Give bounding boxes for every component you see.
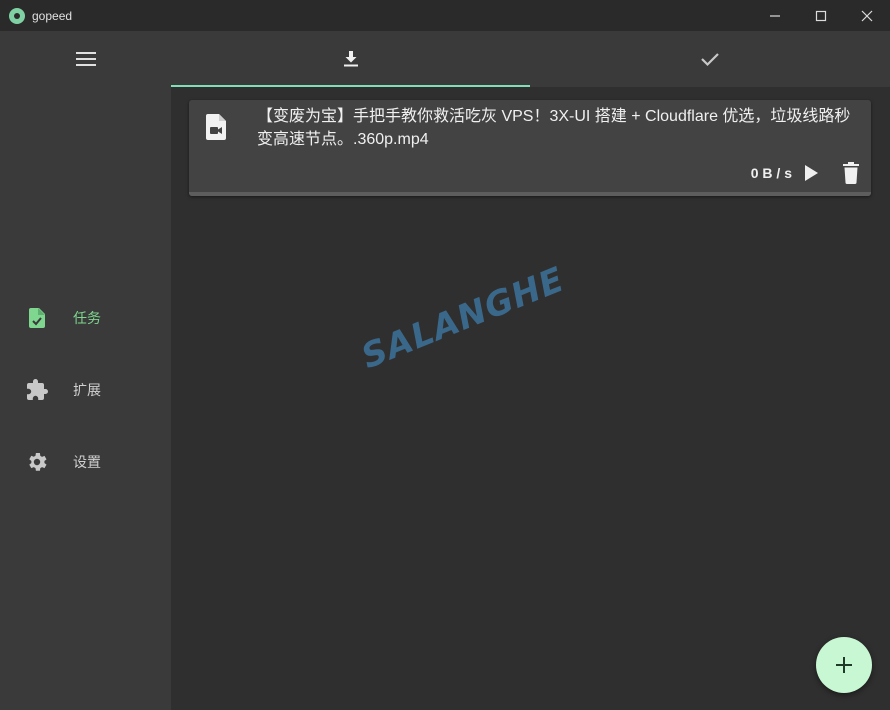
add-icon: [836, 657, 852, 673]
task-file-check-icon: [29, 308, 45, 328]
window-title: gopeed: [32, 8, 73, 23]
app-logo-icon: [9, 7, 25, 24]
sidebar-item-label: 扩展: [73, 382, 101, 398]
sidebar-item-settings[interactable]: 设置: [0, 442, 171, 482]
tab-downloading[interactable]: [171, 31, 530, 87]
task-progress-bar: [189, 192, 871, 196]
main-content: 【变废为宝】手把手教你救活吃灰 VPS！3X-UI 搭建 + Cloudflar…: [171, 31, 890, 710]
maximize-button[interactable]: [798, 0, 844, 31]
gear-icon: [29, 453, 47, 471]
add-task-button[interactable]: [816, 637, 872, 693]
delete-icon[interactable]: [841, 162, 861, 184]
close-icon: [861, 10, 873, 21]
sidebar-item-label: 设置: [73, 454, 101, 470]
task-speed: 0 B / s: [750, 165, 792, 181]
puzzle-icon: [27, 379, 48, 400]
maximize-icon: [815, 10, 827, 21]
sidebar-item-extensions[interactable]: 扩展: [0, 370, 171, 410]
sidebar-item-tasks[interactable]: 任务: [0, 298, 171, 338]
sidebar: 任务 扩展 设置: [0, 31, 171, 710]
tab-done[interactable]: [530, 31, 889, 87]
minimize-button[interactable]: [752, 0, 798, 31]
play-icon[interactable]: [801, 163, 821, 183]
sidebar-item-label: 任务: [73, 310, 101, 326]
menu-icon: [76, 52, 96, 66]
title-bar: gopeed: [0, 0, 890, 31]
task-file-name: 【变废为宝】手把手教你救活吃灰 VPS！3X-UI 搭建 + Cloudflar…: [257, 108, 851, 148]
tab-bar: [171, 31, 890, 87]
video-file-icon: [206, 114, 226, 140]
task-card[interactable]: 【变废为宝】手把手教你救活吃灰 VPS！3X-UI 搭建 + Cloudflar…: [189, 100, 871, 196]
check-icon: [700, 53, 719, 67]
app-window: gopeed 任务 扩展 设置 【变废为宝】手把手教你救活吃灰 VPS！3X-U…: [0, 0, 890, 710]
menu-button[interactable]: [66, 39, 106, 79]
minimize-icon: [770, 14, 780, 17]
close-button[interactable]: [844, 0, 890, 31]
window-controls: [752, 0, 890, 31]
download-icon: [343, 51, 358, 67]
